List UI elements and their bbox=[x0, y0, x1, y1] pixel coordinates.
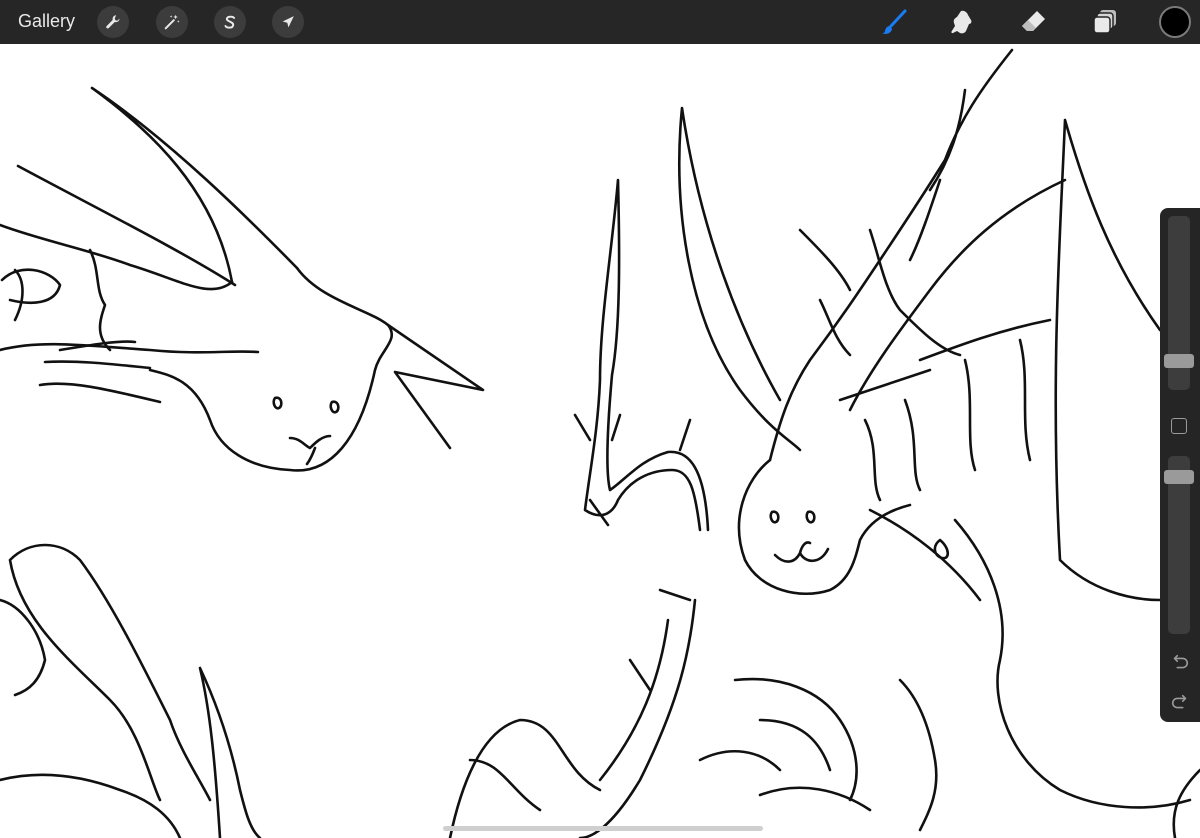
stroke-right-crest bbox=[768, 48, 1067, 462]
top-toolbar: Gallery bbox=[0, 0, 1200, 44]
actions-button[interactable] bbox=[97, 6, 129, 38]
stroke-right-crest-leaves bbox=[798, 228, 962, 402]
transform-button[interactable] bbox=[272, 6, 304, 38]
color-swatch[interactable] bbox=[1159, 6, 1191, 38]
stroke-left-eye-r bbox=[329, 400, 340, 414]
stroke-middle-body bbox=[578, 598, 697, 838]
selection-button[interactable] bbox=[214, 6, 246, 38]
stroke-left-mouth bbox=[288, 434, 332, 466]
redo-button[interactable] bbox=[1169, 692, 1191, 714]
stroke-left-head bbox=[148, 266, 394, 472]
paint-button[interactable] bbox=[877, 5, 911, 39]
brush-size-slider[interactable] bbox=[1164, 216, 1194, 390]
smudge-icon bbox=[951, 10, 972, 34]
redo-icon bbox=[1171, 694, 1187, 709]
stroke-bottom-left-fin bbox=[198, 666, 262, 838]
stroke-right-horn bbox=[678, 106, 802, 452]
layers-button[interactable] bbox=[1088, 5, 1122, 39]
opacity-thumb[interactable] bbox=[1164, 470, 1194, 484]
brush-icon bbox=[882, 9, 907, 34]
undo-button[interactable] bbox=[1169, 652, 1191, 674]
adjustments-button[interactable] bbox=[156, 6, 188, 38]
eraser-icon bbox=[1022, 11, 1045, 31]
gallery-button[interactable]: Gallery bbox=[18, 11, 75, 32]
stroke-middle-neck bbox=[583, 178, 710, 532]
home-indicator bbox=[443, 826, 763, 831]
stroke-left-scales bbox=[0, 248, 112, 352]
stroke-bottom-left-face bbox=[0, 598, 47, 697]
stroke-right-body bbox=[868, 508, 1192, 809]
stroke-left-horn bbox=[90, 86, 299, 284]
stroke-left-neck-bottom bbox=[0, 342, 260, 354]
layers-icon bbox=[1093, 10, 1116, 34]
stroke-left-neck-spike bbox=[16, 164, 237, 287]
stroke-right-head bbox=[737, 458, 912, 596]
stroke-middle-lower bbox=[448, 718, 602, 838]
stroke-right-mouth bbox=[773, 541, 830, 563]
brush-size-thumb[interactable] bbox=[1164, 354, 1194, 368]
magic-wand-icon bbox=[164, 14, 180, 30]
stroke-right-claws bbox=[698, 677, 938, 832]
drawing-canvas[interactable] bbox=[0, 44, 1200, 838]
modify-square-icon[interactable] bbox=[1171, 418, 1187, 434]
stroke-right-eye-r bbox=[805, 510, 816, 524]
undo-icon bbox=[1173, 654, 1189, 669]
stroke-left-jaw-spike bbox=[386, 323, 485, 450]
stroke-right-wing-ribs bbox=[863, 338, 1032, 502]
arrow-cursor-icon bbox=[282, 16, 294, 28]
opacity-slider[interactable] bbox=[1164, 456, 1194, 634]
erase-button[interactable] bbox=[1016, 5, 1050, 39]
stroke-left-eye-l bbox=[272, 396, 283, 410]
stroke-bottom-right-corner bbox=[1172, 768, 1200, 838]
brush-sidebar bbox=[1160, 208, 1200, 722]
wrench-icon bbox=[106, 15, 120, 29]
stroke-left-neck-top bbox=[0, 223, 234, 291]
selection-s-icon bbox=[224, 15, 236, 29]
stroke-right-eye-l bbox=[769, 510, 780, 524]
smudge-button[interactable] bbox=[946, 5, 980, 39]
